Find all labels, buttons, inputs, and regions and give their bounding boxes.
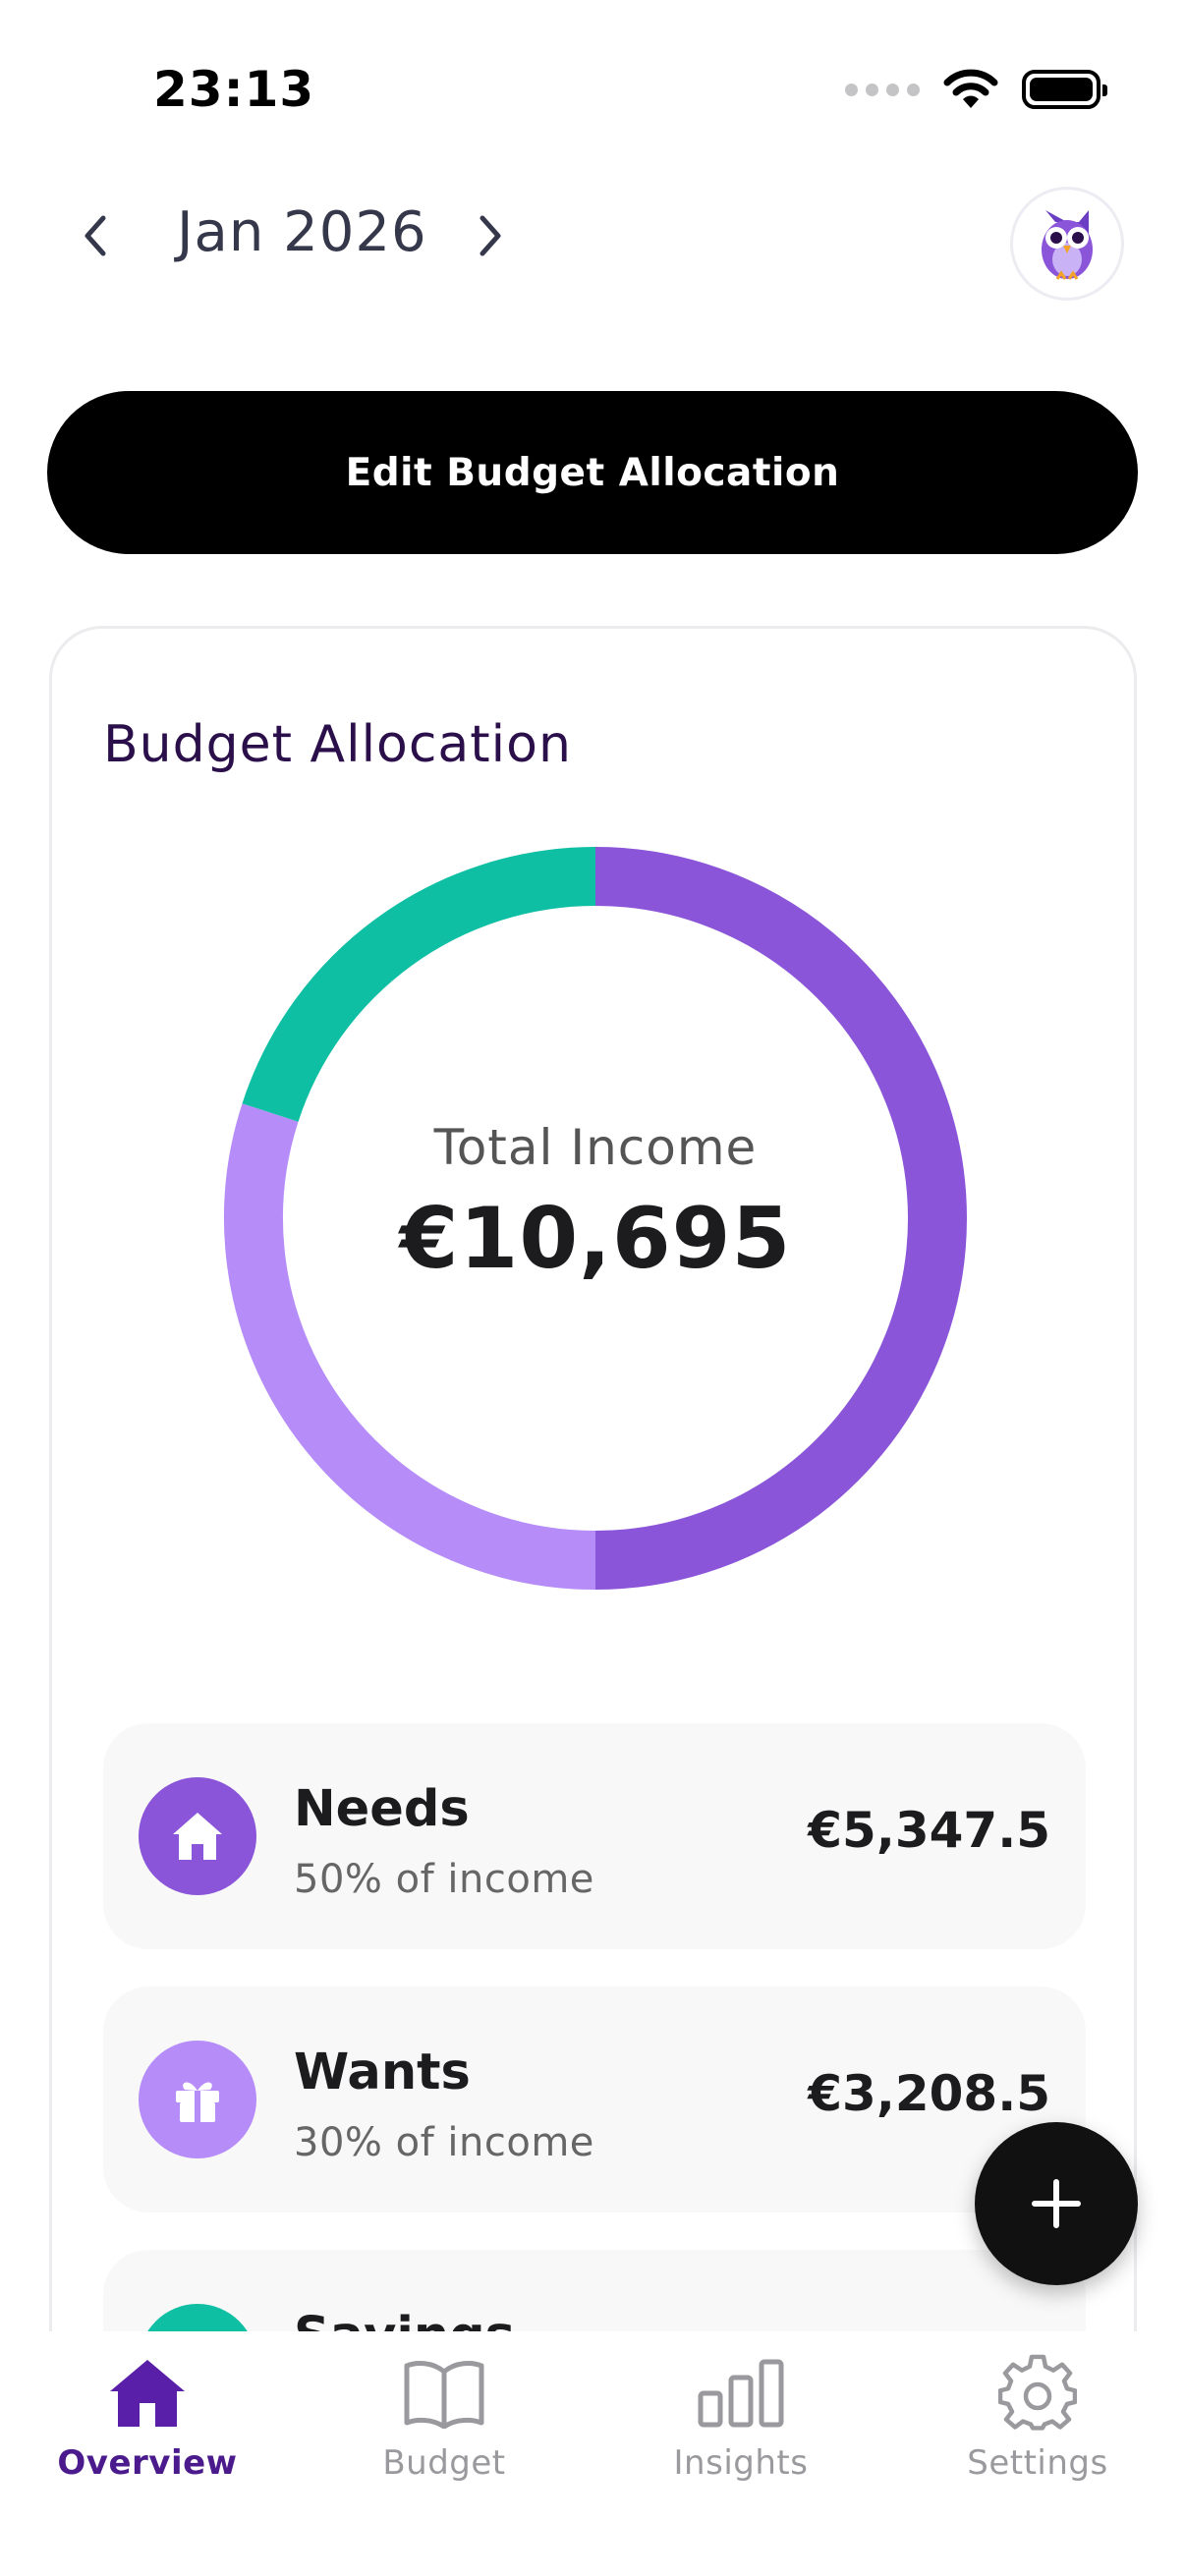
previous-month-button[interactable] — [65, 204, 128, 267]
tab-insights[interactable]: Insights — [593, 2349, 888, 2496]
total-income-label: Total Income — [433, 1119, 758, 1176]
tab-settings[interactable]: Settings — [890, 2349, 1185, 2496]
bar-chart-icon — [697, 2349, 785, 2437]
total-income-value: €10,695 — [399, 1190, 792, 1288]
tab-label: Insights — [673, 2443, 809, 2483]
tab-label: Settings — [967, 2443, 1108, 2483]
gift-icon — [176, 2082, 219, 2122]
card-title: Budget Allocation — [103, 715, 572, 774]
category-row-wants[interactable]: Wants 30% of income €3,208.5 — [103, 1987, 1086, 2212]
add-transaction-button[interactable] — [975, 2122, 1138, 2285]
chevron-left-icon — [85, 215, 106, 256]
battery-icon — [1022, 70, 1107, 109]
plus-icon — [1032, 2179, 1081, 2228]
month-navigator: Jan 2026 — [0, 187, 1185, 301]
category-icon-circle — [139, 2041, 256, 2158]
tab-overview[interactable]: Overview — [0, 2349, 295, 2496]
bottom-tab-bar: Overview Budget Insights Settings — [0, 2331, 1185, 2576]
profile-avatar-button[interactable] — [1010, 187, 1124, 301]
wifi-icon — [943, 69, 998, 108]
category-row-needs[interactable]: Needs 50% of income €5,347.5 — [103, 1723, 1086, 1949]
month-label: Jan 2026 — [177, 200, 427, 264]
status-icons — [845, 69, 1107, 110]
book-icon — [400, 2349, 488, 2437]
edit-budget-allocation-button[interactable]: Edit Budget Allocation — [47, 391, 1138, 554]
category-name: Needs — [294, 1780, 470, 1838]
category-icon-circle — [139, 1777, 256, 1895]
app-screen: 23:13 Jan 2026 Edit Budget Allocation Bu… — [0, 0, 1185, 2576]
status-time: 23:13 — [153, 61, 315, 118]
home-icon — [173, 1813, 222, 1860]
tab-label: Budget — [382, 2443, 506, 2483]
tab-label: Overview — [57, 2443, 238, 2483]
home-icon — [103, 2349, 192, 2437]
category-amount: €5,347.5 — [808, 1802, 1050, 1859]
donut-center: Total Income €10,695 — [222, 845, 969, 1592]
gear-icon — [993, 2349, 1082, 2437]
category-percentage: 50% of income — [294, 1857, 594, 1902]
category-percentage: 30% of income — [294, 2120, 594, 2165]
category-amount: €3,208.5 — [808, 2065, 1050, 2122]
tab-budget[interactable]: Budget — [297, 2349, 592, 2496]
budget-allocation-card: Budget Allocation Total Income €10,695 N… — [49, 626, 1137, 2576]
next-month-button[interactable] — [458, 204, 521, 267]
cellular-signal-icon — [845, 83, 920, 96]
status-bar: 23:13 — [0, 0, 1185, 187]
chevron-right-icon — [480, 215, 501, 256]
category-name: Wants — [294, 2044, 471, 2101]
owl-icon — [1042, 210, 1093, 280]
